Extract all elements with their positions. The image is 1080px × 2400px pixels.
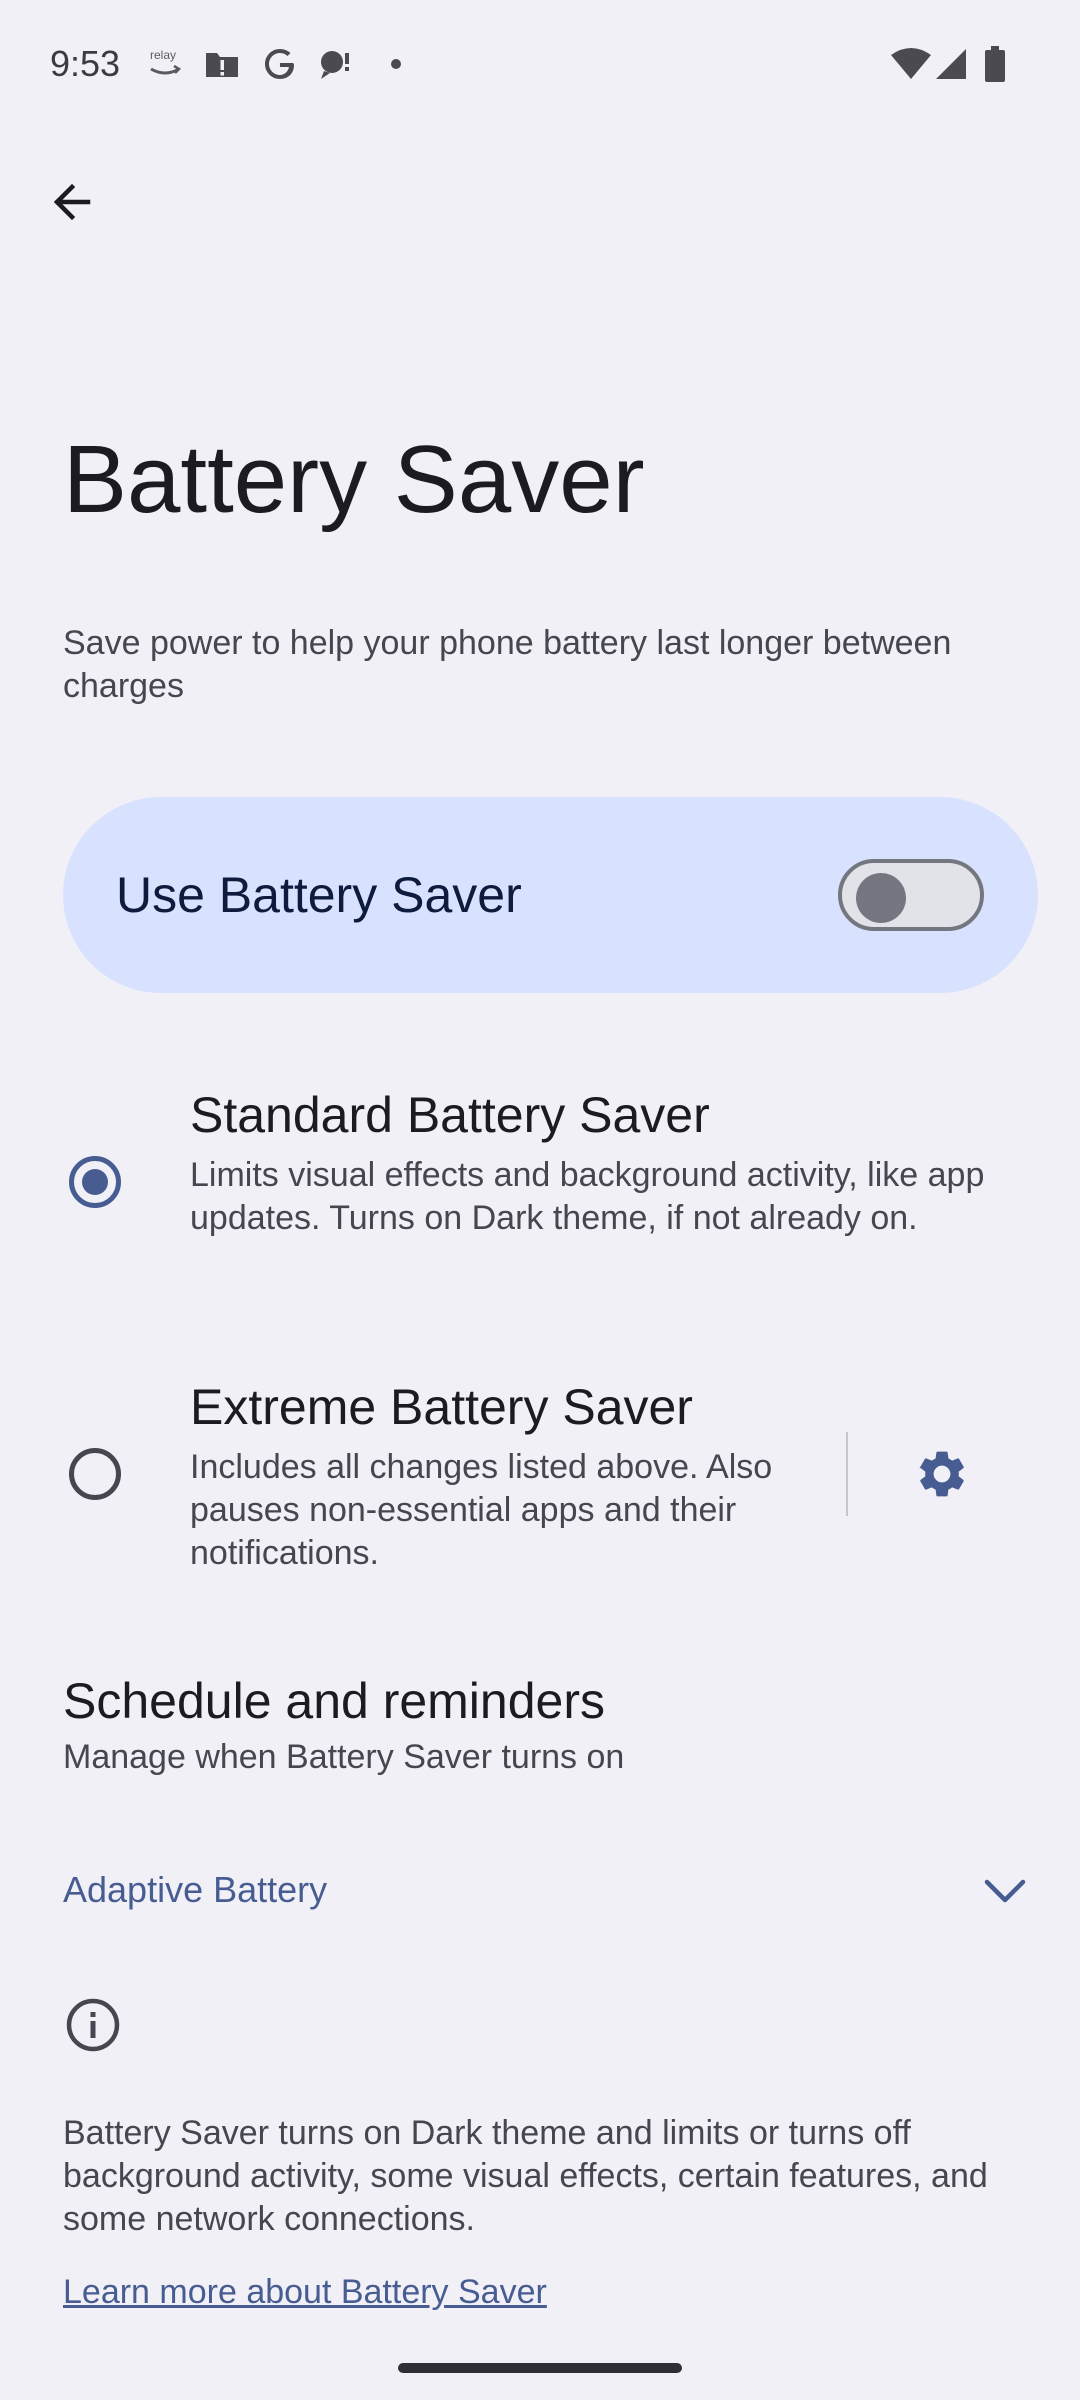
standard-radio-button[interactable] — [69, 1156, 121, 1208]
adaptive-battery-expander[interactable]: Adaptive Battery — [0, 1840, 1080, 1940]
signal-icon — [934, 42, 968, 86]
relay-text: relay — [150, 48, 177, 62]
status-bar: 9:53 relay — [0, 0, 1080, 130]
dot-icon — [390, 42, 402, 86]
chat-bubble-icon — [318, 42, 356, 86]
page-description: Save power to help your phone battery la… — [63, 624, 952, 705]
chevron-down-icon — [984, 1879, 1026, 1903]
status-time: 9:53 — [50, 43, 121, 84]
extreme-settings-button[interactable] — [900, 1432, 984, 1516]
extreme-battery-saver-option[interactable]: Extreme Battery Saver Includes all chang… — [0, 1362, 1080, 1602]
info-icon — [66, 1998, 120, 2052]
standard-option-summary: Limits visual effects and background act… — [190, 1156, 985, 1237]
back-arrow-icon — [53, 183, 91, 221]
gesture-nav-handle[interactable] — [398, 2363, 682, 2373]
gear-icon — [919, 1451, 964, 1497]
schedule-title: Schedule and reminders — [63, 1673, 605, 1729]
page-title: Battery Saver — [63, 426, 645, 533]
schedule-summary: Manage when Battery Saver turns on — [63, 1738, 625, 1776]
use-battery-saver-label: Use Battery Saver — [116, 867, 522, 923]
use-battery-saver-switch[interactable] — [838, 859, 984, 931]
vertical-divider — [846, 1432, 848, 1516]
standard-option-title: Standard Battery Saver — [190, 1087, 710, 1143]
battery-icon — [984, 42, 1006, 86]
google-icon — [262, 42, 298, 86]
standard-battery-saver-option[interactable]: Standard Battery Saver Limits visual eff… — [0, 1070, 1080, 1310]
alert-folder-icon — [204, 42, 240, 86]
extreme-option-title: Extreme Battery Saver — [190, 1379, 693, 1435]
extreme-radio-button[interactable] — [69, 1448, 121, 1500]
use-battery-saver-card[interactable]: Use Battery Saver — [63, 797, 1038, 993]
switch-thumb — [856, 873, 906, 923]
adaptive-battery-label: Adaptive Battery — [63, 1869, 328, 1910]
back-button[interactable] — [30, 160, 114, 244]
wifi-icon — [890, 42, 932, 86]
learn-more-link[interactable]: Learn more about Battery Saver — [63, 2270, 547, 2314]
extreme-option-summary: Includes all changes listed above. Also … — [190, 1448, 773, 1572]
footer-description: Battery Saver turns on Dark theme and li… — [63, 2114, 988, 2238]
